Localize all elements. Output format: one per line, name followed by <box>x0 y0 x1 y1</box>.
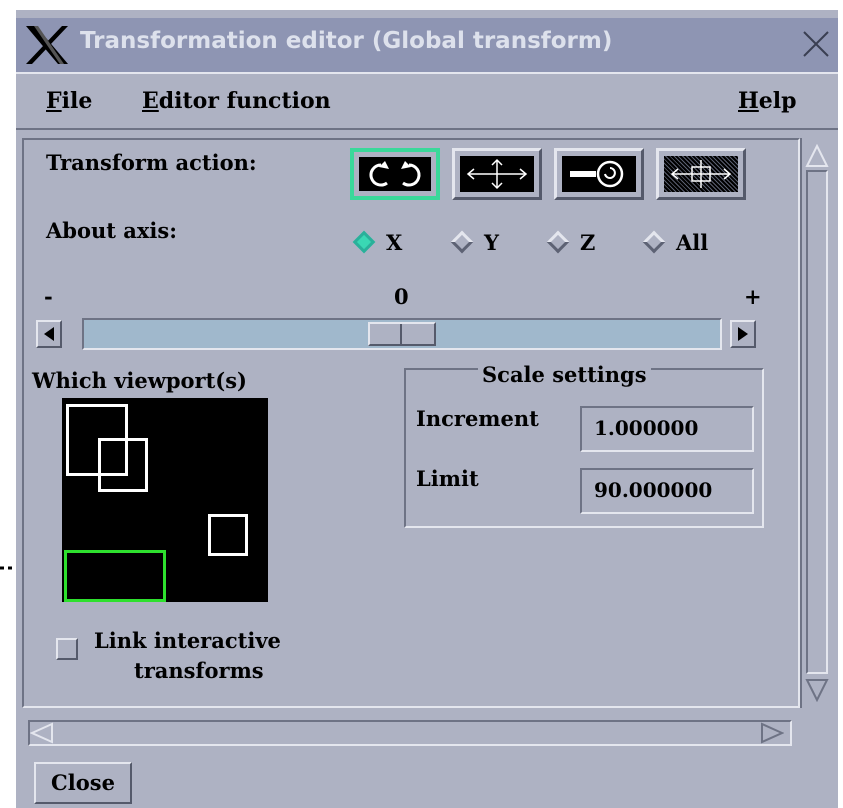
menu-bar <box>16 72 838 130</box>
axis-y-label: Y <box>484 229 499 255</box>
link-label-line1: Link interactive <box>94 628 281 653</box>
rotate-button[interactable] <box>350 148 440 200</box>
scroll-up-icon[interactable] <box>804 144 830 168</box>
menu-help[interactable]: Help <box>738 88 797 114</box>
axis-x-label: X <box>386 229 403 255</box>
move-all-icon <box>670 160 732 188</box>
scroll-down-icon[interactable] <box>804 678 830 702</box>
scale-icon <box>570 160 624 188</box>
translate-icon <box>466 158 528 190</box>
axis-all-label: All <box>676 229 709 255</box>
menu-editor-function-label: Editor function <box>142 88 331 114</box>
slider-minus-label: - <box>44 284 53 309</box>
axis-radio-all[interactable]: All <box>640 225 708 259</box>
radio-diamond-icon <box>352 230 376 254</box>
scale-settings-title: Scale settings <box>478 362 651 387</box>
menu-file[interactable]: File <box>46 88 92 114</box>
increment-field[interactable]: 1.000000 <box>580 406 754 452</box>
axis-radio-z[interactable]: Z <box>544 225 595 259</box>
horizontal-scrollbar[interactable] <box>28 720 792 746</box>
radio-diamond-icon <box>546 230 570 254</box>
scale-button[interactable] <box>554 148 644 200</box>
axis-z-label: Z <box>580 229 596 255</box>
close-icon[interactable] <box>802 30 830 58</box>
viewport-selector[interactable] <box>62 398 268 602</box>
radio-diamond-icon <box>450 230 474 254</box>
transform-action-label: Transform action: <box>46 150 257 175</box>
arrow-right-icon <box>738 327 748 341</box>
limit-field[interactable]: 90.000000 <box>580 468 754 514</box>
about-axis-label: About axis: <box>46 218 177 243</box>
limit-label: Limit <box>416 466 479 491</box>
axis-radio-x[interactable]: X <box>350 225 402 259</box>
which-viewports-label: Which viewport(s) <box>32 368 247 393</box>
menu-help-label: Help <box>738 88 797 114</box>
x-window-logo-icon[interactable] <box>26 26 68 64</box>
close-button[interactable]: Close <box>34 762 132 804</box>
menu-file-label: File <box>46 88 93 114</box>
move-all-button[interactable] <box>656 148 746 200</box>
viewport-3[interactable] <box>208 514 248 556</box>
slider-plus-label: + <box>744 284 762 309</box>
viewport-4-selected[interactable] <box>64 550 166 602</box>
slider-zero-label: 0 <box>394 284 409 309</box>
increment-label: Increment <box>416 406 539 431</box>
menu-editor-function[interactable]: Editor function <box>142 88 331 114</box>
window-title: Transformation editor (Global transform) <box>80 28 613 54</box>
arrow-left-icon <box>44 327 54 341</box>
link-label-line2: transforms <box>134 658 264 683</box>
scroll-right-icon[interactable] <box>760 722 784 744</box>
viewport-2[interactable] <box>98 438 148 492</box>
radio-diamond-icon <box>642 230 666 254</box>
rotate-icon <box>369 161 421 187</box>
axis-radio-y[interactable]: Y <box>448 225 499 259</box>
link-transforms-checkbox[interactable] <box>56 638 78 660</box>
translate-button[interactable] <box>452 148 542 200</box>
slider-thumb[interactable] <box>368 322 436 346</box>
slider-decrement-button[interactable] <box>36 320 62 348</box>
slider-increment-button[interactable] <box>730 320 756 348</box>
vertical-scrollbar-thumb[interactable] <box>806 170 828 674</box>
